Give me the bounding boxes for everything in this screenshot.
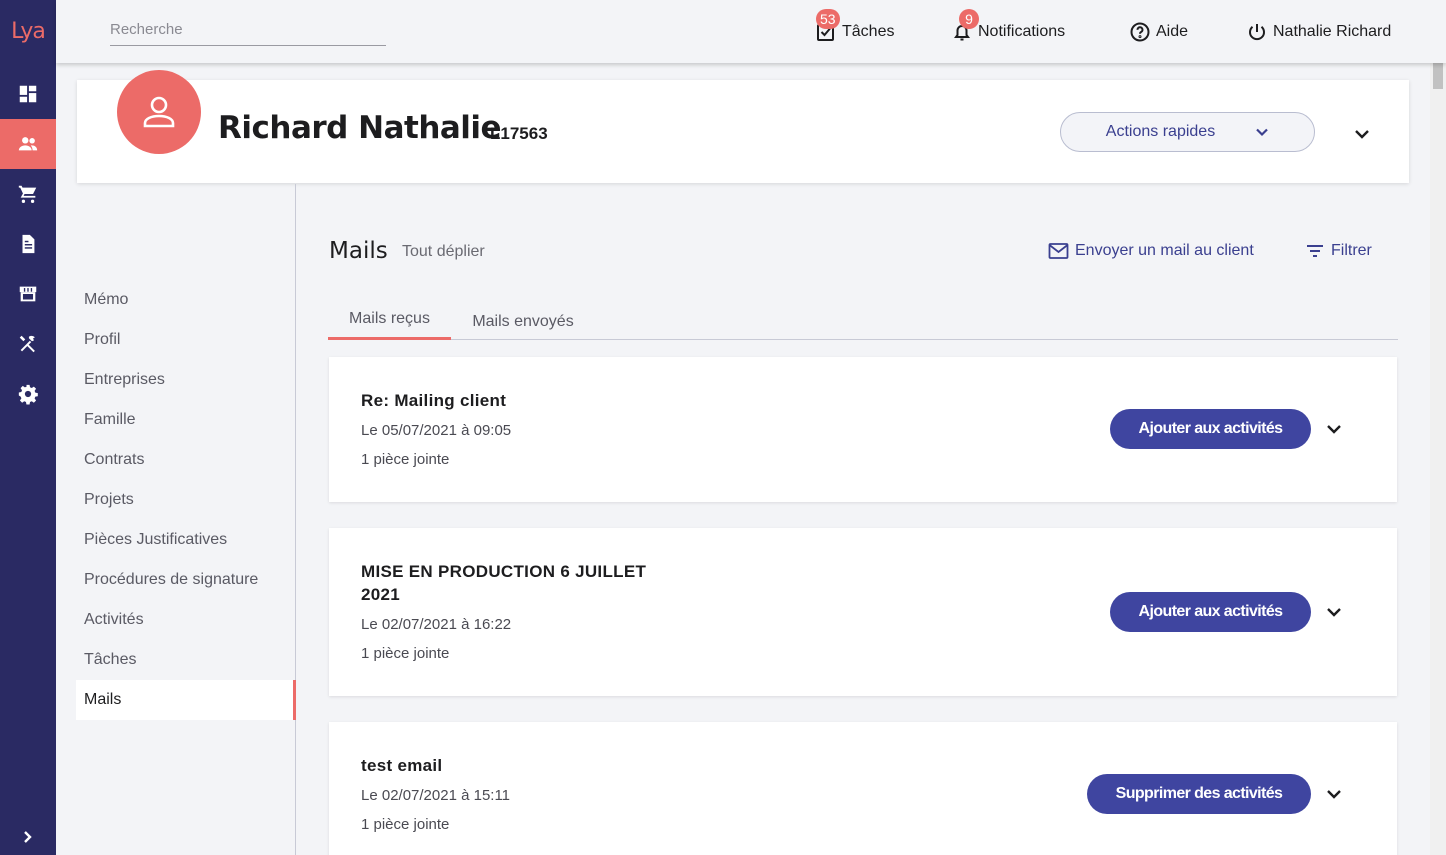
sidenav-item-procedures-signature[interactable]: Procédures de signature [76, 560, 296, 600]
quick-actions-dropdown[interactable]: Actions rapides [1060, 112, 1315, 152]
sidenav-item-profil[interactable]: Profil [76, 320, 296, 360]
left-rail: Lya [0, 0, 56, 855]
mail-subject: MISE EN PRODUCTION 6 JUILLET 2021 [361, 562, 647, 604]
scrollbar-thumb[interactable] [1433, 63, 1443, 89]
sidenav-item-famille[interactable]: Famille [76, 400, 296, 440]
tools-icon [19, 335, 35, 353]
add-to-activities-button[interactable]: Ajouter aux activités [1110, 409, 1311, 449]
filter-icon [1307, 245, 1323, 257]
sidenav-item-pieces-justificatives[interactable]: Pièces Justificatives [76, 520, 296, 560]
add-to-activities-button[interactable]: Ajouter aux activités [1110, 592, 1311, 632]
rail-item-dashboard[interactable] [0, 69, 56, 119]
page-title: Mails [329, 238, 388, 264]
document-icon [22, 234, 35, 254]
filter-button[interactable]: Filtrer [1305, 242, 1372, 260]
rail-item-tools[interactable] [0, 319, 56, 369]
tab-sent-mails[interactable]: Mails envoyés [458, 302, 588, 342]
gear-icon [18, 384, 38, 405]
mail-card[interactable]: test email Le 02/07/2021 à 15:11 1 pièce… [329, 722, 1397, 855]
rail-item-settings[interactable] [0, 369, 56, 419]
client-sidenav: Mémo Profil Entreprises Famille Contrats… [76, 280, 296, 720]
client-code: L17563 [490, 124, 548, 143]
sidenav-item-activites[interactable]: Activités [76, 600, 296, 640]
app-logo[interactable]: Lya [0, 0, 56, 63]
send-mail-label: Envoyer un mail au client [1075, 242, 1254, 259]
sidenav-item-taches[interactable]: Tâches [76, 640, 296, 680]
notifications-count-badge: 9 [959, 9, 979, 29]
chevron-down-icon [1327, 790, 1341, 799]
send-mail-button[interactable]: Envoyer un mail au client [1048, 242, 1254, 260]
rail-item-store[interactable] [0, 269, 56, 319]
tasks-count-badge: 53 [816, 9, 840, 29]
mail-subject: test email [361, 756, 443, 775]
sidenav-item-mails[interactable]: Mails [76, 680, 296, 720]
mail-date: Le 02/07/2021 à 16:22 [361, 616, 512, 633]
mail-date: Le 02/07/2021 à 15:11 [361, 787, 511, 804]
sidenav-item-entreprises[interactable]: Entreprises [76, 360, 296, 400]
user-name-label: Nathalie Richard [1273, 23, 1392, 40]
expand-all-link[interactable]: Tout déplier [402, 243, 485, 261]
user-logout-link[interactable]: Nathalie Richard [1247, 20, 1391, 44]
mail-attachments: 1 pièce jointe [361, 451, 450, 468]
mail-card[interactable]: MISE EN PRODUCTION 6 JUILLET 2021 Le 02/… [329, 528, 1397, 696]
rail-item-shop[interactable] [0, 169, 56, 219]
help-link[interactable]: Aide [1130, 20, 1188, 44]
chevron-down-icon [1327, 425, 1341, 434]
tasks-label: Tâches [842, 23, 895, 40]
help-label: Aide [1156, 23, 1189, 40]
help-circle-icon [1130, 22, 1150, 42]
tasks-link[interactable]: Tâches 53 [816, 9, 895, 44]
page-scrollbar[interactable] [1430, 63, 1446, 855]
envelope-icon [1048, 243, 1069, 259]
chevron-down-icon [1327, 608, 1341, 617]
mail-card[interactable]: Re: Mailing client Le 05/07/2021 à 09:05… [329, 357, 1397, 502]
avatar [117, 70, 201, 154]
quick-actions-label: Actions rapides [1105, 123, 1216, 140]
dashboard-icon [19, 85, 37, 103]
tab-received-mails[interactable]: Mails reçus [328, 300, 451, 340]
cart-icon [18, 185, 37, 203]
rail-item-clients[interactable] [0, 119, 56, 169]
storefront-icon [19, 286, 37, 302]
chevron-down-icon [1355, 130, 1369, 139]
filter-label: Filtrer [1331, 242, 1372, 259]
remove-from-activities-button[interactable]: Supprimer des activités [1087, 774, 1311, 814]
mail-subject: Re: Mailing client [361, 391, 507, 410]
rail-item-documents[interactable] [0, 219, 56, 269]
mail-tabs: Mails reçus Mails envoyés [328, 300, 1398, 340]
notifications-link[interactable]: Notifications 9 [952, 9, 1066, 44]
app-logo-text: Lya [11, 19, 46, 44]
mail-attachments: 1 pièce jointe [361, 816, 450, 833]
sidenav-item-projets[interactable]: Projets [76, 480, 296, 520]
client-name: Richard Nathalie [218, 110, 502, 146]
chevron-down-icon [1256, 128, 1268, 137]
sidenav-item-contrats[interactable]: Contrats [76, 440, 296, 480]
mail-expand-button[interactable] [1323, 601, 1345, 623]
mail-expand-button[interactable] [1323, 783, 1345, 805]
client-card-expand-button[interactable] [1350, 122, 1374, 146]
mail-expand-button[interactable] [1323, 418, 1345, 440]
chevron-right-icon [24, 831, 32, 843]
notifications-label: Notifications [978, 23, 1066, 40]
mail-date: Le 05/07/2021 à 09:05 [361, 422, 512, 439]
power-icon [1249, 24, 1265, 41]
search-input[interactable] [110, 18, 386, 46]
rail-expand-button[interactable] [0, 819, 56, 855]
top-bar: Tâches 53 Notifications 9 Aide Nathalie … [56, 0, 1446, 63]
people-icon [18, 137, 38, 151]
mail-attachments: 1 pièce jointe [361, 645, 450, 662]
sidenav-item-memo[interactable]: Mémo [76, 280, 296, 320]
person-icon [143, 96, 175, 128]
